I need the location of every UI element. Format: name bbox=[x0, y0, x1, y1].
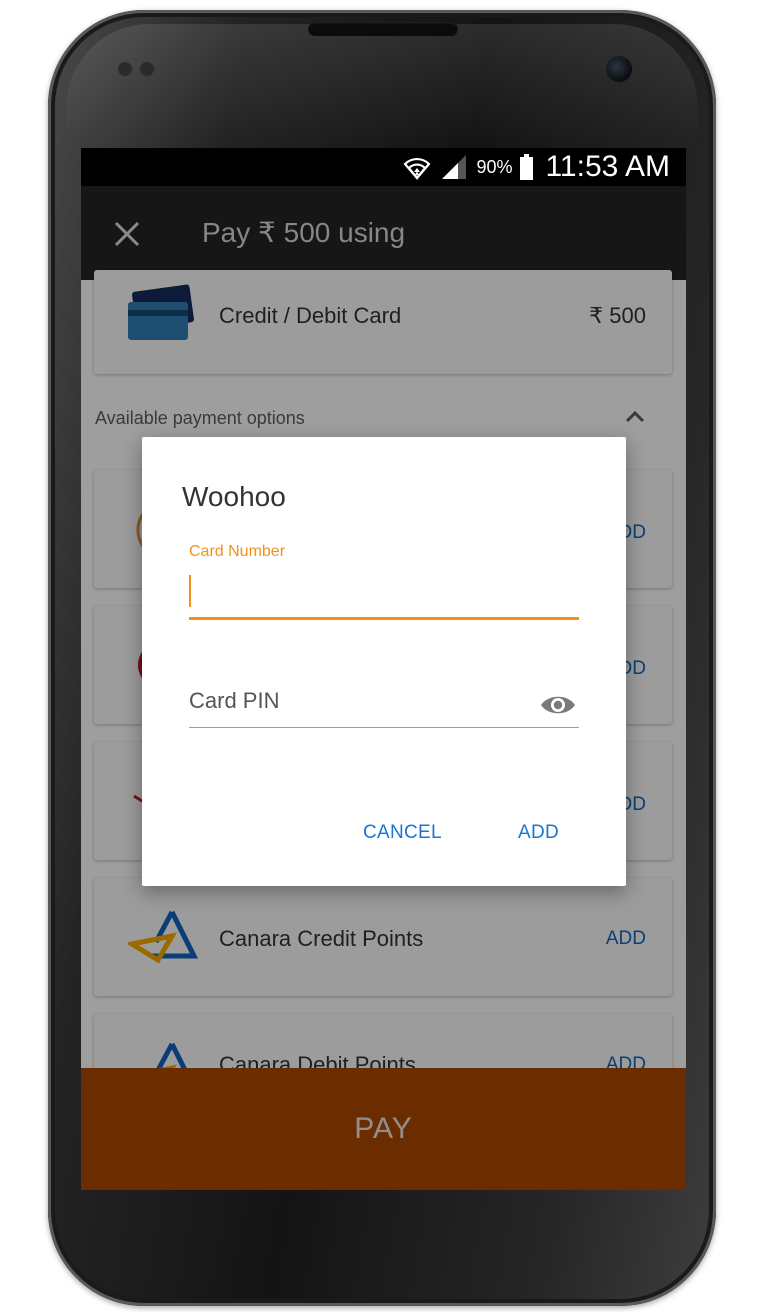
signal-icon bbox=[442, 155, 467, 179]
canara-bank-icon bbox=[128, 910, 198, 964]
eye-icon[interactable] bbox=[539, 691, 577, 719]
chevron-up-icon[interactable] bbox=[624, 408, 646, 424]
app-bar: Pay ₹ 500 using bbox=[81, 186, 686, 280]
light-sensor bbox=[140, 62, 154, 76]
section-label: Available payment options bbox=[95, 408, 305, 428]
selected-method-card[interactable]: Credit / Debit Card ₹ 500 bbox=[94, 270, 672, 374]
card-pin-input[interactable] bbox=[189, 681, 529, 721]
dialog-title: Woohoo bbox=[182, 481, 286, 512]
option-add-button[interactable]: ADD bbox=[606, 928, 646, 950]
screen: 90% 11:53 AM Pay ₹ 500 using Credit / De… bbox=[81, 148, 686, 1190]
option-label: Canara Credit Points bbox=[219, 926, 424, 951]
add-card-dialog: Woohoo Card Number CANCEL ADD bbox=[142, 437, 626, 886]
front-camera bbox=[606, 56, 632, 82]
proximity-sensor bbox=[118, 62, 132, 76]
status-bar: 90% 11:53 AM bbox=[81, 148, 686, 186]
pay-button[interactable]: PAY bbox=[81, 1068, 686, 1190]
status-time: 11:53 AM bbox=[545, 150, 670, 183]
card-number-label: Card Number bbox=[189, 543, 286, 560]
card-pin-underline bbox=[189, 727, 579, 728]
selected-method-amount: ₹ 500 bbox=[589, 303, 646, 328]
cancel-button[interactable]: CANCEL bbox=[363, 822, 442, 844]
battery-icon bbox=[520, 154, 534, 180]
card-number-underline bbox=[189, 617, 579, 620]
phone-gloss bbox=[66, 24, 698, 144]
page-title: Pay ₹ 500 using bbox=[202, 217, 406, 248]
selected-method-label: Credit / Debit Card bbox=[219, 303, 402, 328]
pay-button-label: PAY bbox=[354, 1112, 413, 1145]
wifi-icon bbox=[403, 157, 431, 180]
card-number-input[interactable] bbox=[189, 567, 579, 617]
earpiece-speaker bbox=[308, 22, 458, 36]
credit-card-icon bbox=[128, 284, 194, 340]
payment-option-card[interactable]: Canara Credit Points ADD bbox=[94, 878, 672, 996]
battery-percent: 90% bbox=[476, 156, 513, 177]
close-icon[interactable] bbox=[111, 218, 143, 250]
add-button[interactable]: ADD bbox=[518, 822, 559, 844]
